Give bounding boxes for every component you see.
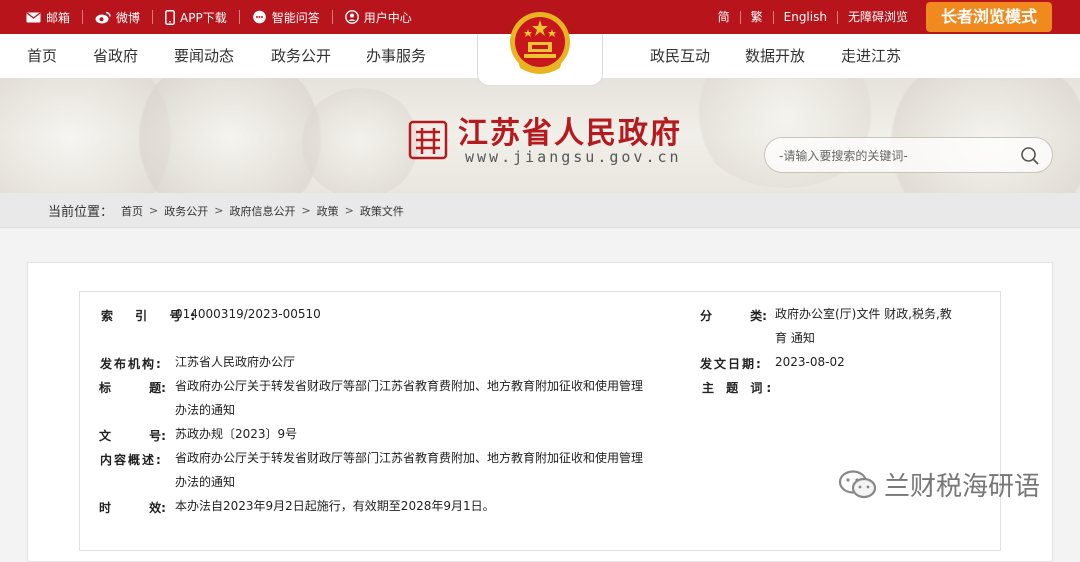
- doc-number-value: 苏政办规〔2023〕9号: [175, 427, 298, 441]
- site-banner: 江苏省人民政府 www.jiangsu.gov.cn: [0, 78, 1080, 193]
- nav-item-services[interactable]: 办事服务: [366, 34, 426, 78]
- site-name: 江苏省人民政府: [458, 116, 682, 151]
- mail-icon: [26, 11, 41, 22]
- title-value-line2: 办法的通知: [175, 403, 236, 417]
- title-label: 标 题:: [99, 381, 166, 395]
- validity-value: 本办法自2023年9月2日起施行，有效期至2028年9月1日。: [175, 499, 495, 513]
- nav-item-province-gov[interactable]: 省政府: [93, 34, 138, 78]
- title-value-line1: 省政府办公厅关于转发省财政厅等部门江苏省教育费附加、地方教育附加征收和使用管理: [175, 379, 644, 393]
- subject-label: 主 题 词:: [702, 381, 776, 395]
- weibo-link[interactable]: 微博: [83, 10, 154, 25]
- user-center-label: 用户中心: [363, 10, 412, 25]
- nav-item-open-data[interactable]: 数据开放: [745, 34, 805, 78]
- user-center-link[interactable]: 用户中心: [333, 10, 424, 25]
- elder-mode-button[interactable]: 长者浏览模式: [925, 2, 1052, 32]
- breadcrumb: 当前位置： 首页 > 政务公开 > 政府信息公开 > 政策 > 政策文件: [48, 193, 404, 228]
- validity-label: 时 效:: [99, 501, 166, 515]
- nav-item-interaction[interactable]: 政民互动: [650, 34, 710, 78]
- search-box: [764, 137, 1053, 173]
- english-link[interactable]: English: [774, 10, 838, 24]
- accessibility-link[interactable]: 无障碍浏览: [838, 10, 918, 24]
- issue-date-value: 2023-08-02: [775, 355, 845, 369]
- summary-label: 内容概述:: [100, 453, 163, 467]
- site-url: www.jiangsu.gov.cn: [465, 148, 682, 166]
- phone-icon: [165, 9, 175, 25]
- publisher-label: 发布机构:: [100, 357, 163, 371]
- traditional-chinese-link[interactable]: 繁: [741, 10, 774, 24]
- breadcrumb-separator: >: [149, 204, 159, 217]
- watermark: 兰财税海研语: [838, 466, 1040, 503]
- category-value-line2: 育 通知: [775, 331, 815, 345]
- wechat-icon: [838, 469, 877, 498]
- doc-number-label: 文 号:: [99, 429, 166, 443]
- jiangsu-logo-icon: [408, 120, 448, 160]
- national-emblem-icon: [510, 12, 570, 74]
- user-icon: [344, 10, 359, 24]
- category-value-line1: 政府办公室(厅)文件 财政,税务,教: [775, 307, 952, 321]
- nav-item-home[interactable]: 首页: [27, 34, 57, 78]
- category-label: 分 类:: [700, 309, 767, 323]
- simplified-chinese-link[interactable]: 简: [708, 10, 741, 24]
- search-input[interactable]: [779, 146, 1019, 166]
- breadcrumb-item-policy-docs[interactable]: 政策文件: [360, 203, 404, 219]
- banner-flower-decoration: [300, 88, 420, 193]
- weibo-label: 微博: [116, 10, 141, 25]
- nav-item-news[interactable]: 要闻动态: [174, 34, 234, 78]
- smart-qa-label: 智能问答: [271, 10, 320, 25]
- chat-icon: [252, 10, 266, 24]
- breadcrumb-bar: 当前位置： 首页 > 政务公开 > 政府信息公开 > 政策 > 政策文件: [0, 193, 1080, 228]
- index-value: 014000319/2023-00510: [175, 307, 321, 321]
- mail-link[interactable]: 邮箱: [26, 10, 84, 25]
- issue-date-label: 发文日期:: [700, 357, 763, 371]
- weibo-icon: [95, 11, 111, 23]
- mail-label: 邮箱: [46, 10, 71, 25]
- banner-flower-decoration: [880, 78, 1080, 193]
- nav-item-gov-affairs[interactable]: 政务公开: [271, 34, 331, 78]
- breadcrumb-label: 当前位置：: [48, 205, 114, 220]
- breadcrumb-separator: >: [214, 204, 224, 217]
- breadcrumb-item-gov-affairs[interactable]: 政务公开: [164, 203, 208, 219]
- breadcrumb-separator: >: [344, 204, 354, 217]
- watermark-text: 兰财税海研语: [884, 472, 1041, 502]
- app-download-link[interactable]: APP下载: [153, 9, 240, 25]
- breadcrumb-item-info-disclosure[interactable]: 政府信息公开: [229, 203, 295, 219]
- publisher-value: 江苏省人民政府办公厅: [175, 355, 296, 369]
- breadcrumb-item-policy[interactable]: 政策: [317, 203, 339, 219]
- smart-qa-link[interactable]: 智能问答: [240, 10, 333, 25]
- search-icon[interactable]: [1020, 146, 1040, 166]
- summary-value-line2: 办法的通知: [175, 475, 236, 489]
- summary-value-line1: 省政府办公厅关于转发省财政厅等部门江苏省教育费附加、地方教育附加征收和使用管理: [175, 451, 644, 465]
- app-download-label: APP下载: [180, 10, 227, 25]
- breadcrumb-item-home[interactable]: 首页: [121, 203, 143, 219]
- nav-item-about-jiangsu[interactable]: 走进江苏: [841, 34, 901, 78]
- breadcrumb-separator: >: [301, 204, 311, 217]
